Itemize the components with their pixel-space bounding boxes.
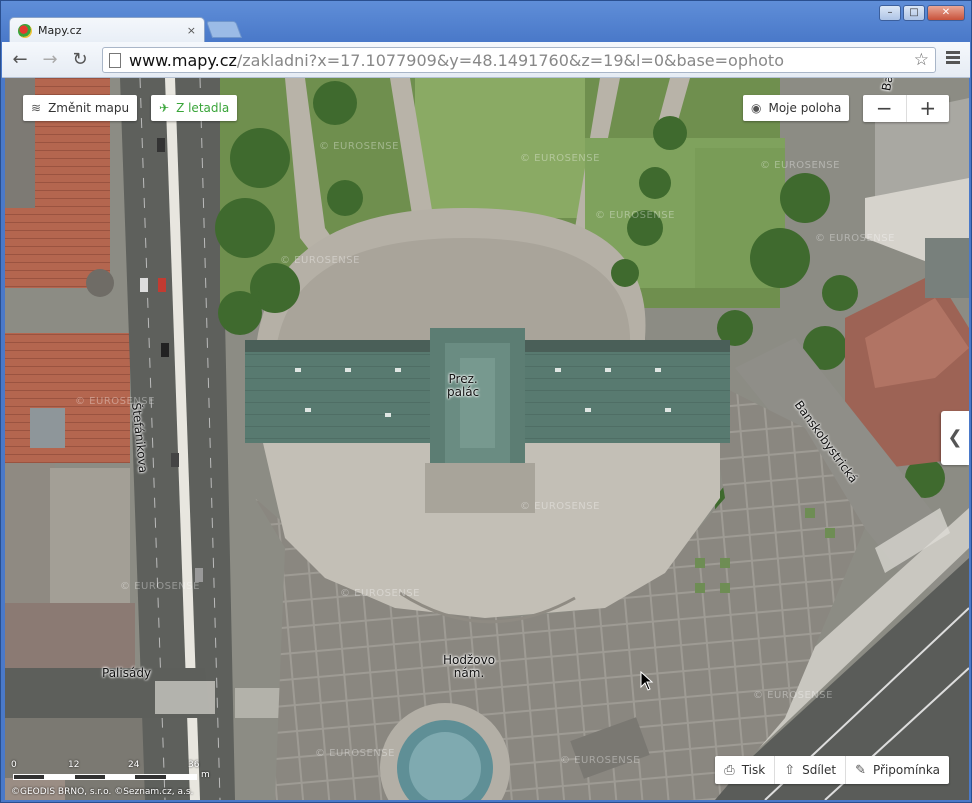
palace-label[interactable]: Prez. palác <box>447 373 479 399</box>
watermark: © EUROSENSE <box>120 581 200 592</box>
scale-tick-label: 36 <box>188 760 200 770</box>
page-icon <box>109 52 121 68</box>
print-button[interactable]: ⎙ Tisk <box>715 756 776 784</box>
scale-tick-label: 0 <box>11 760 17 770</box>
browser-window: Mapy.cz × – □ ✕ ← → ↻ www.mapy.cz /zakla… <box>0 0 972 803</box>
address-bar[interactable]: www.mapy.cz /zakladni?x=17.1077909&y=48.… <box>102 47 936 73</box>
aerial-view-label: Z letadla <box>176 101 230 115</box>
back-arrow-icon[interactable]: ← <box>8 48 32 72</box>
zoom-in-button[interactable]: + <box>907 95 950 122</box>
my-location-label: Moje poloha <box>768 101 842 115</box>
street-label-palisady: Palisády <box>102 666 152 680</box>
aerial-view-button[interactable]: ✈ Z letadla <box>151 95 238 121</box>
browser-menu-icon[interactable] <box>946 51 960 66</box>
watermark: © EUROSENSE <box>315 748 395 759</box>
mapy-favicon-icon <box>18 23 32 38</box>
close-window-button[interactable]: ✕ <box>927 5 965 21</box>
tab-mapy[interactable]: Mapy.cz × <box>9 17 205 43</box>
watermark: © EUROSENSE <box>319 141 399 152</box>
watermark: © EUROSENSE <box>753 690 833 701</box>
tab-strip: Mapy.cz × – □ ✕ <box>1 1 971 43</box>
scale-tick-label: 24 <box>128 760 140 770</box>
feedback-label: Připomínka <box>873 763 940 777</box>
change-map-button[interactable]: ≋ Změnit mapu <box>23 95 138 121</box>
scale-bar <box>13 774 197 780</box>
watermark: © EUROSENSE <box>760 160 840 171</box>
zoom-out-button[interactable]: − <box>863 95 907 122</box>
street-label-partial: Ba <box>879 78 896 92</box>
watermark: © EUROSENSE <box>560 755 640 766</box>
side-panel-toggle[interactable]: ❮ <box>941 411 969 465</box>
copyright-notice[interactable]: ©GEODIS BRNO, s.r.o. ©Seznam.cz, a.s. <box>11 787 193 797</box>
square-label[interactable]: Hodžovo nám. <box>443 654 495 680</box>
watermark: © EUROSENSE <box>520 153 600 164</box>
share-button[interactable]: ⇧ Sdílet <box>775 756 847 784</box>
window-controls: – □ ✕ <box>879 5 965 21</box>
url-path: /zakladni?x=17.1077909&y=48.1491760&z=19… <box>236 50 784 70</box>
share-upload-icon: ⇧ <box>784 762 796 778</box>
printer-icon: ⎙ <box>724 762 735 778</box>
scale-tick-label: 12 <box>68 760 80 770</box>
bookmark-star-icon[interactable]: ☆ <box>914 50 929 70</box>
url-host: www.mapy.cz <box>129 50 237 70</box>
map-viewport[interactable]: © EUROSENSE © EUROSENSE © EUROSENSE © EU… <box>5 78 969 800</box>
pencil-icon: ✎ <box>855 762 867 778</box>
new-tab-button[interactable] <box>205 21 243 38</box>
feedback-button[interactable]: ✎ Připomínka <box>846 756 949 784</box>
watermark: © EUROSENSE <box>280 255 360 266</box>
map-scale: 0 12 24 36 m <box>11 760 211 780</box>
minimize-button[interactable]: – <box>879 5 901 21</box>
print-label: Tisk <box>741 763 766 777</box>
watermark: © EUROSENSE <box>815 233 895 244</box>
change-map-label: Změnit mapu <box>48 101 130 115</box>
browser-toolbar: ← → ↻ www.mapy.cz /zakladni?x=17.1077909… <box>2 42 970 78</box>
zoom-control: − + <box>863 95 949 122</box>
airplane-icon: ✈ <box>159 101 170 115</box>
watermark: © EUROSENSE <box>520 501 600 512</box>
scale-unit: m <box>201 770 210 780</box>
bottom-actions: ⎙ Tisk ⇧ Sdílet ✎ Připomínka <box>715 756 949 784</box>
maximize-button[interactable]: □ <box>903 5 925 21</box>
layers-icon: ≋ <box>31 101 42 115</box>
share-label: Sdílet <box>802 763 837 777</box>
reload-icon[interactable]: ↻ <box>68 48 92 72</box>
tab-title: Mapy.cz <box>38 24 82 37</box>
my-location-button[interactable]: ◉ Moje poloha <box>743 95 850 121</box>
watermark: © EUROSENSE <box>340 588 420 599</box>
watermark: © EUROSENSE <box>595 210 675 221</box>
location-target-icon: ◉ <box>751 101 762 115</box>
forward-arrow-icon[interactable]: → <box>38 48 62 72</box>
tab-close-icon[interactable]: × <box>187 24 196 37</box>
